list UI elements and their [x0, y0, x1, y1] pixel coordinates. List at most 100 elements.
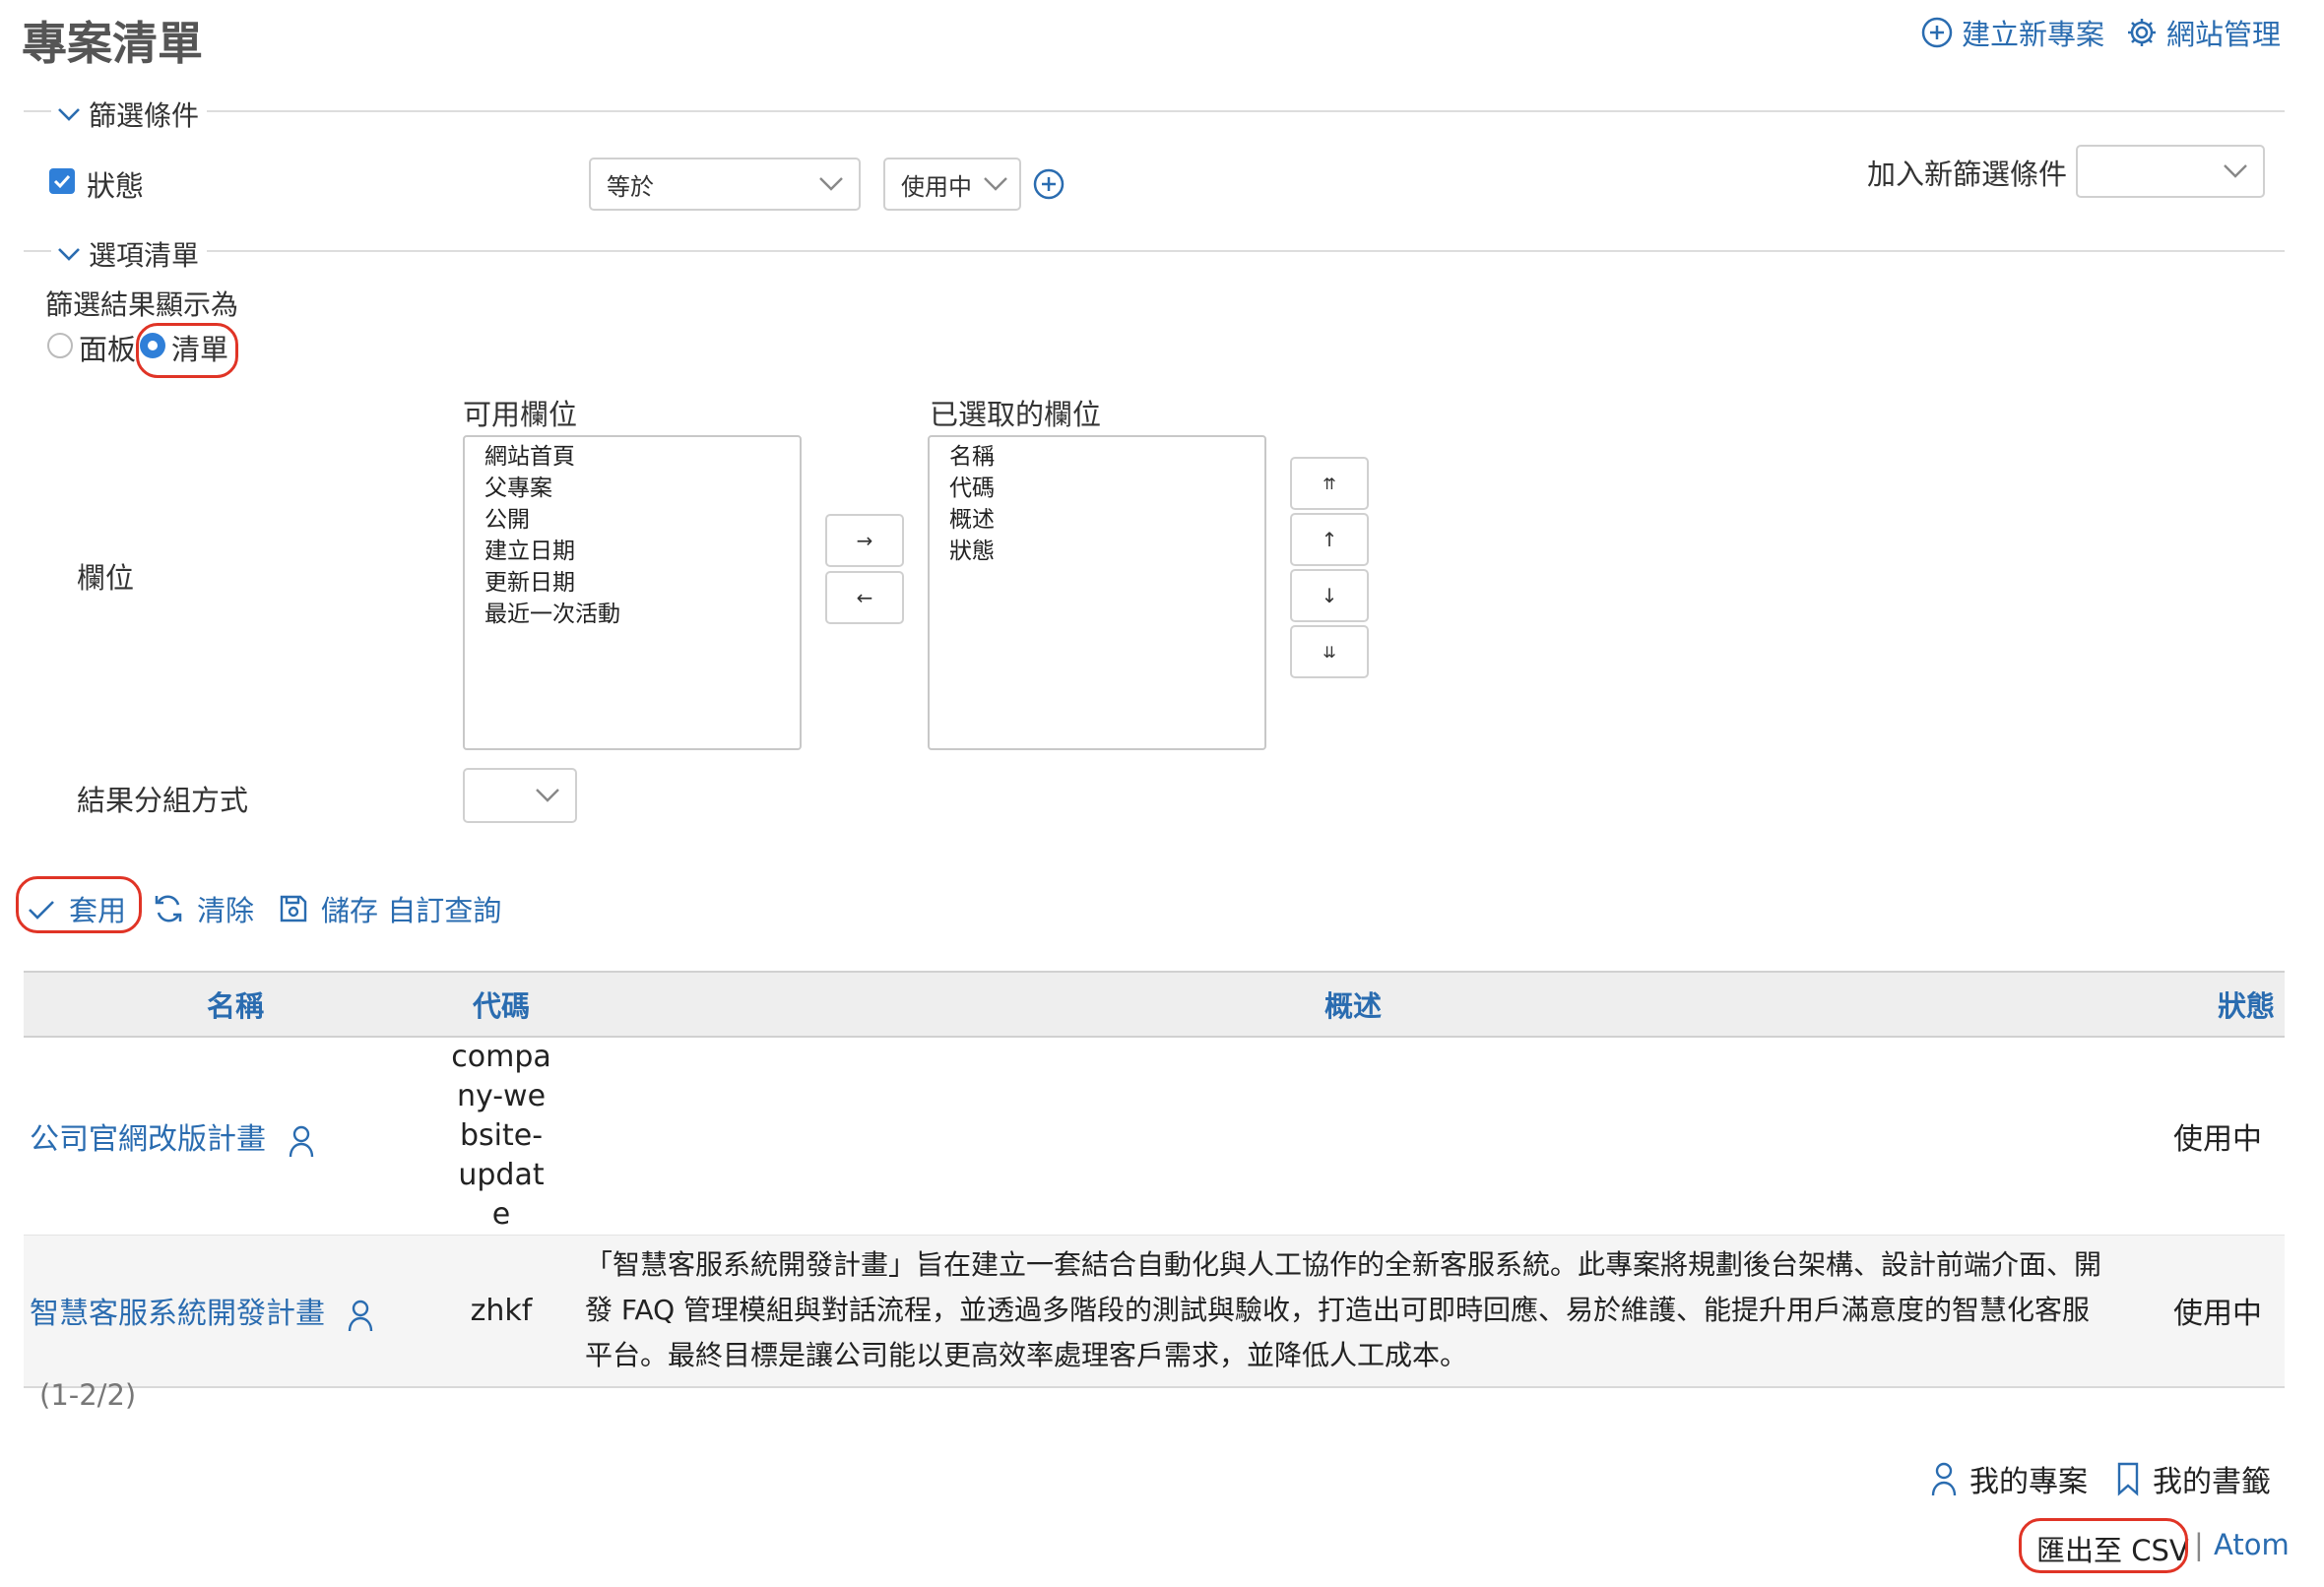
selected-columns-list[interactable]: 名稱 代碼 概述 狀態 — [928, 435, 1266, 750]
add-filter-select[interactable] — [2076, 145, 2265, 198]
project-description-cell — [555, 1037, 2151, 1236]
footer-separator: | — [2194, 1528, 2204, 1561]
chevron-down-icon — [534, 787, 561, 804]
status-filter-label: 狀態 — [87, 169, 145, 203]
status-checkbox[interactable] — [49, 168, 75, 194]
project-code-cell: company-website-update — [447, 1037, 555, 1236]
my-bookmarks-label: 我的書籤 — [2153, 1465, 2271, 1499]
chevron-down-icon — [55, 244, 83, 264]
list-item[interactable]: 概述 — [949, 504, 1264, 536]
display-list-label: 清單 — [171, 333, 229, 366]
projects-table: 名稱 代碼 概述 狀態 公司官網改版計畫 company-website-upd… — [24, 971, 2285, 1388]
move-left-button[interactable]: ← — [825, 571, 904, 624]
filters-title: 篩選條件 — [89, 99, 200, 132]
project-name-cell: 公司官網改版計畫 — [24, 1037, 447, 1236]
project-code-cell: zhkf — [447, 1235, 555, 1388]
move-top-button[interactable]: ⇈ — [1290, 457, 1369, 510]
admin-label: 網站管理 — [2166, 18, 2282, 51]
list-item[interactable]: 公開 — [484, 504, 800, 536]
move-right-button[interactable]: → — [825, 514, 904, 567]
table-row: 智慧客服系統開發計畫 zhkf 「智慧客服系統開發計畫」旨在建立一套結合自動化與… — [24, 1235, 2285, 1388]
export-csv-link[interactable]: 匯出至 CSV — [2036, 1528, 2189, 1569]
list-item[interactable]: 代碼 — [949, 473, 1264, 504]
status-value: 使用中 — [901, 172, 972, 201]
column-header-name[interactable]: 名稱 — [24, 971, 447, 1038]
operator-select[interactable]: 等於 — [589, 158, 861, 211]
project-name-cell: 智慧客服系統開發計畫 — [24, 1235, 447, 1388]
user-icon — [288, 1124, 315, 1158]
table-header-row: 名稱 代碼 概述 狀態 — [24, 971, 2285, 1038]
group-by-select[interactable] — [463, 768, 577, 823]
move-down-button[interactable]: ↓ — [1290, 569, 1369, 622]
check-icon — [26, 893, 57, 924]
move-up-button[interactable]: ↑ — [1290, 513, 1369, 566]
available-columns-list[interactable]: 網站首頁 父專案 公開 建立日期 更新日期 最近一次活動 — [463, 435, 802, 750]
project-name-link[interactable]: 智慧客服系統開發計畫 — [30, 1297, 325, 1331]
admin-button[interactable]: 網站管理 — [2125, 12, 2281, 53]
list-item[interactable]: 狀態 — [949, 536, 1264, 567]
list-item[interactable]: 更新日期 — [484, 567, 800, 599]
arrow-top-icon: ⇈ — [1323, 474, 1336, 493]
bookmark-icon — [2115, 1461, 2141, 1496]
filters-toggle[interactable]: 篩選條件 — [55, 95, 199, 134]
filters-divider-left — [24, 110, 51, 112]
display-list-radio[interactable] — [140, 333, 165, 358]
move-bottom-button[interactable]: ⇊ — [1290, 625, 1369, 678]
plus-circle-icon — [1032, 167, 1065, 201]
my-bookmarks-link[interactable]: 我的書籤 — [2115, 1457, 2271, 1500]
list-item[interactable]: 名稱 — [949, 441, 1264, 473]
display-board-radio[interactable] — [47, 333, 73, 358]
page-title: 專案清單 — [22, 17, 203, 70]
save-query-label: 儲存 自訂查詢 — [321, 894, 502, 927]
available-columns-label: 可用欄位 — [463, 398, 578, 431]
project-name-link[interactable]: 公司官網改版計畫 — [30, 1122, 266, 1157]
arrow-down-icon: ↓ — [1321, 584, 1338, 607]
display-board-label: 面板 — [79, 333, 137, 366]
project-status-cell: 使用中 — [2151, 1235, 2285, 1388]
project-description-cell: 「智慧客服系統開發計畫」旨在建立一套結合自動化與人工協作的全新客服系統。此專案將… — [555, 1235, 2151, 1388]
column-header-code[interactable]: 代碼 — [447, 971, 555, 1038]
operator-value: 等於 — [607, 172, 654, 201]
chevron-down-icon — [817, 175, 845, 193]
save-query-button[interactable]: 儲存 自訂查詢 — [278, 888, 501, 929]
arrow-up-icon: ↑ — [1321, 528, 1338, 551]
status-value-select[interactable]: 使用中 — [883, 158, 1021, 211]
display-as-label: 篩選結果顯示為 — [45, 288, 239, 321]
atom-feed-link[interactable]: Atom — [2214, 1528, 2290, 1561]
list-item[interactable]: 最近一次活動 — [484, 599, 800, 630]
options-title: 選項清單 — [89, 239, 200, 272]
chevron-down-icon — [2222, 162, 2249, 180]
arrow-right-icon: → — [856, 529, 873, 552]
apply-label: 套用 — [69, 894, 127, 927]
plus-circle-icon — [1920, 16, 1954, 49]
filters-divider-right — [207, 110, 2285, 112]
add-filter-label: 加入新篩選條件 — [1867, 158, 2068, 191]
arrow-left-icon: ← — [856, 586, 873, 609]
my-projects-label: 我的專案 — [1969, 1465, 2088, 1499]
chevron-down-icon — [982, 175, 1009, 193]
options-toggle[interactable]: 選項清單 — [55, 234, 199, 274]
list-item[interactable]: 網站首頁 — [484, 441, 800, 473]
apply-button[interactable]: 套用 — [26, 888, 126, 929]
save-icon — [278, 893, 309, 924]
chevron-down-icon — [55, 104, 83, 124]
arrow-bottom-icon: ⇊ — [1323, 642, 1336, 662]
clear-label: 清除 — [197, 894, 255, 927]
list-item[interactable]: 建立日期 — [484, 536, 800, 567]
gear-icon — [2125, 16, 2159, 49]
new-project-button[interactable]: 建立新專案 — [1920, 12, 2104, 53]
pagination-count: (1-2/2) — [39, 1378, 137, 1412]
table-row: 公司官網改版計畫 company-website-update 使用中 — [24, 1037, 2285, 1236]
selected-columns-label: 已選取的欄位 — [930, 398, 1102, 431]
user-icon — [1930, 1461, 1958, 1496]
clear-button[interactable]: 清除 — [152, 888, 254, 929]
columns-label: 欄位 — [77, 561, 135, 595]
options-divider-left — [24, 250, 51, 252]
list-item[interactable]: 父專案 — [484, 473, 800, 504]
my-projects-link[interactable]: 我的專案 — [1930, 1457, 2088, 1500]
project-status-cell: 使用中 — [2151, 1037, 2285, 1236]
options-divider-right — [207, 250, 2285, 252]
add-value-button[interactable] — [1032, 167, 1065, 201]
column-header-description[interactable]: 概述 — [555, 971, 2151, 1038]
column-header-status[interactable]: 狀態 — [2151, 971, 2285, 1038]
